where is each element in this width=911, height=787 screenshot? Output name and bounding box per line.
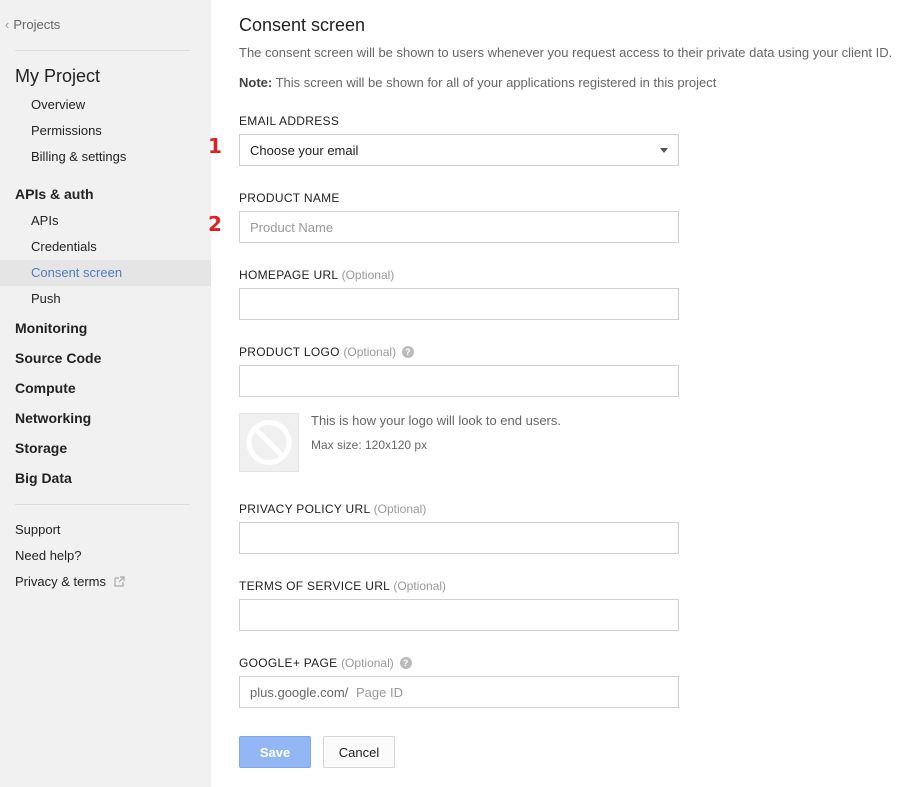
sidebar-divider: [15, 50, 190, 51]
need-help-link[interactable]: Need help?: [15, 548, 82, 563]
page-title: Consent screen: [239, 15, 366, 35]
terms-of-service-label: TERMS OF SERVICE URL (Optional): [239, 579, 446, 593]
product-name-label: PRODUCT NAME: [239, 191, 340, 205]
sidebar-item-overview[interactable]: Overview: [31, 97, 85, 112]
external-link-icon: [114, 575, 125, 590]
sidebar-section-big-data[interactable]: Big Data: [15, 470, 72, 486]
email-label: EMAIL ADDRESS: [239, 114, 340, 128]
cancel-button[interactable]: Cancel: [323, 736, 395, 768]
optional-tag: (Optional): [343, 345, 397, 359]
sidebar-section-source-code[interactable]: Source Code: [15, 350, 101, 366]
optional-tag: (Optional): [341, 656, 394, 670]
note-text: Note: This screen will be shown for all …: [239, 75, 716, 90]
sidebar-item-credentials[interactable]: Credentials: [31, 239, 97, 254]
sidebar-divider: [15, 504, 190, 505]
privacy-policy-input[interactable]: [239, 522, 679, 554]
privacy-policy-label-text: PRIVACY POLICY URL: [239, 502, 371, 516]
privacy-policy-label: PRIVACY POLICY URL (Optional): [239, 502, 426, 516]
product-logo-label: PRODUCT LOGO (Optional)?: [239, 345, 415, 359]
sidebar-item-billing[interactable]: Billing & settings: [31, 149, 126, 164]
project-title[interactable]: My Project: [15, 66, 100, 87]
google-plus-page-label: GOOGLE+ PAGE (Optional)?: [239, 656, 412, 670]
optional-tag: (Optional): [373, 502, 427, 516]
support-link[interactable]: Support: [15, 522, 61, 537]
note-label: Note:: [239, 75, 273, 90]
note-body: This screen will be shown for all of you…: [272, 75, 717, 90]
optional-tag: (Optional): [341, 268, 395, 282]
sidebar-item-apis[interactable]: APIs: [31, 213, 58, 228]
homepage-url-label-text: HOMEPAGE URL: [239, 268, 338, 282]
sidebar-item-push[interactable]: Push: [31, 291, 61, 306]
no-image-icon: [246, 420, 292, 465]
logo-preview: [239, 413, 299, 472]
annotation-1: 1: [208, 134, 222, 158]
logo-preview-text: This is how your logo will look to end u…: [311, 413, 562, 428]
terms-of-service-label-text: TERMS OF SERVICE URL: [239, 579, 390, 593]
homepage-url-label: HOMEPAGE URL (Optional): [239, 268, 394, 282]
intro-text: The consent screen will be shown to user…: [239, 45, 893, 60]
privacy-terms-link[interactable]: Privacy & terms: [15, 574, 125, 590]
privacy-terms-label: Privacy & terms: [15, 574, 107, 589]
help-icon[interactable]: ?: [402, 346, 415, 358]
product-logo-input[interactable]: [239, 365, 679, 397]
sidebar-section-apis-auth[interactable]: APIs & auth: [15, 186, 94, 202]
email-select[interactable]: Choose your email: [239, 134, 679, 166]
caret-down-icon: [660, 148, 668, 153]
sidebar-section-compute[interactable]: Compute: [15, 380, 76, 396]
optional-tag: (Optional): [393, 579, 447, 593]
help-icon[interactable]: ?: [399, 657, 412, 669]
sidebar-section-monitoring[interactable]: Monitoring: [15, 320, 87, 336]
back-to-projects-link[interactable]: ‹ Projects: [5, 17, 60, 32]
product-logo-label-text: PRODUCT LOGO: [239, 345, 340, 359]
sidebar-section-networking[interactable]: Networking: [15, 410, 91, 426]
google-plus-field: plus.google.com/: [239, 676, 679, 708]
product-name-input[interactable]: [239, 211, 679, 243]
google-plus-page-id-input[interactable]: [356, 678, 666, 706]
google-plus-prefix: plus.google.com/: [250, 685, 349, 700]
save-button[interactable]: Save: [239, 736, 311, 768]
email-select-value: Choose your email: [250, 143, 359, 158]
terms-of-service-input[interactable]: [239, 599, 679, 631]
sidebar-item-consent-screen[interactable]: Consent screen: [31, 265, 122, 280]
annotation-2: 2: [208, 212, 222, 236]
sidebar-section-storage[interactable]: Storage: [15, 440, 67, 456]
back-label: Projects: [13, 17, 61, 32]
logo-max-size-text: Max size: 120x120 px: [311, 438, 428, 452]
google-plus-page-label-text: GOOGLE+ PAGE: [239, 656, 338, 670]
chevron-left-icon: ‹: [5, 17, 10, 32]
sidebar-item-permissions[interactable]: Permissions: [31, 123, 102, 138]
sidebar: ‹ Projects My Project Overview Permission…: [0, 0, 211, 787]
homepage-url-input[interactable]: [239, 288, 679, 320]
